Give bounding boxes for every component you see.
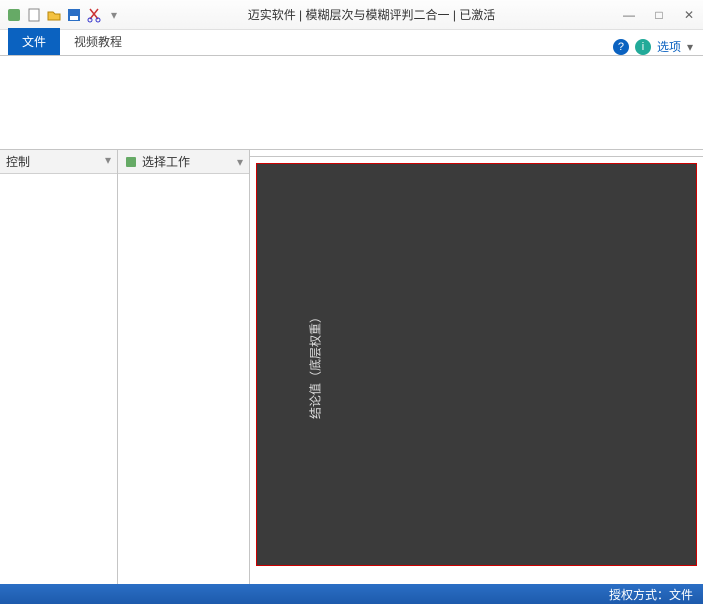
- tab-0[interactable]: 视频教程: [60, 28, 136, 55]
- window-title: 迈实软件 | 模糊层次与模糊评判二合一 | 已激活: [122, 6, 621, 23]
- qat-dropdown-icon[interactable]: ▾: [106, 7, 122, 23]
- expert-tree[interactable]: [118, 174, 249, 182]
- control-panel-title: 控制 ▾: [0, 150, 117, 174]
- minimize-button[interactable]: —: [621, 8, 637, 22]
- quick-access-toolbar: ▾: [6, 7, 122, 23]
- select-work-panel: 选择工作 ▾: [118, 150, 250, 584]
- result-tabs: [250, 150, 703, 157]
- help-icon[interactable]: ?: [613, 39, 629, 55]
- status-text: 授权方式：文件: [609, 586, 693, 603]
- app-icon: [6, 7, 22, 23]
- save-icon[interactable]: [66, 7, 82, 23]
- new-icon[interactable]: [26, 7, 42, 23]
- status-bar: 授权方式：文件: [0, 584, 703, 604]
- info-icon[interactable]: i: [635, 39, 651, 55]
- close-button[interactable]: ✕: [681, 8, 697, 22]
- options-dropdown-icon[interactable]: ▾: [687, 40, 693, 54]
- chart-area: 结论值（底层权重）: [256, 163, 697, 566]
- cut-icon[interactable]: [86, 7, 102, 23]
- ribbon-body: [0, 56, 703, 150]
- main-panel: 结论值（底层权重）: [250, 150, 703, 584]
- options-button[interactable]: 选项: [657, 38, 681, 55]
- control-panel: 控制 ▾: [0, 150, 118, 584]
- titlebar: ▾ 迈实软件 | 模糊层次与模糊评判二合一 | 已激活 — □ ✕: [0, 0, 703, 30]
- ribbon-tabs: 文件 视频教程 ? i 选项 ▾: [0, 30, 703, 56]
- open-icon[interactable]: [46, 7, 62, 23]
- step-buttons: [250, 572, 703, 584]
- select-work-title: 选择工作 ▾: [118, 150, 249, 174]
- cube-icon: [124, 155, 138, 169]
- project-tree[interactable]: [0, 174, 117, 182]
- window-controls: — □ ✕: [621, 8, 697, 22]
- maximize-button[interactable]: □: [651, 8, 667, 22]
- chart-plot: [313, 182, 678, 509]
- tab-file[interactable]: 文件: [8, 28, 60, 55]
